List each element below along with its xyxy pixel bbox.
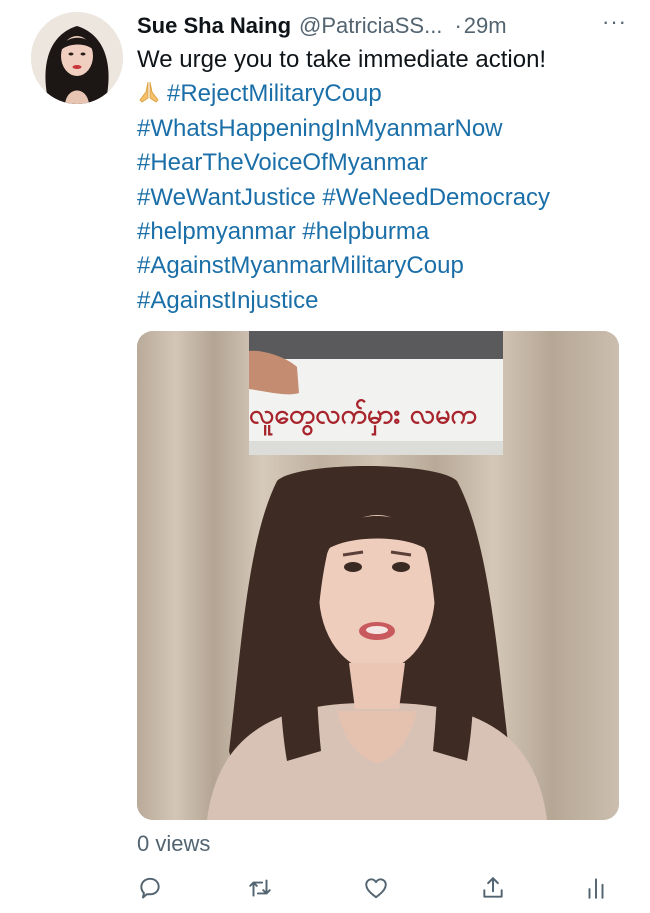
tweet-text-line: We urge you to take immediate action! — [137, 46, 547, 73]
analytics-icon[interactable] — [583, 875, 609, 901]
hashtag[interactable]: #WhatsHappeningInMyanmarNow — [137, 112, 627, 146]
hashtag[interactable]: #AgainstInjustice — [137, 284, 627, 318]
tweet-card[interactable]: Sue Sha Naing @PatriciaSS... · 29m ··· W… — [0, 0, 650, 913]
hashtag[interactable]: #helpmyanmar #helpburma — [137, 215, 627, 249]
author-handle[interactable]: @PatriciaSS... — [299, 13, 442, 39]
like-icon[interactable] — [363, 875, 389, 901]
tweet-text-line: #RejectMilitaryCoup — [137, 77, 627, 111]
tweet-header: Sue Sha Naing @PatriciaSS... · 29m ··· — [137, 9, 627, 43]
hashtag[interactable]: #WeWantJustice #WeNeedDemocracy — [137, 181, 627, 215]
avatar-image — [31, 12, 123, 104]
tweet-text: We urge you to take immediate action! #R… — [137, 43, 627, 318]
folded-hands-icon — [137, 80, 161, 104]
hashtag[interactable]: #AgainstMyanmarMilitaryCoup — [137, 249, 627, 283]
action-bar — [137, 871, 607, 905]
avatar[interactable] — [31, 12, 123, 104]
hashtag[interactable]: #RejectMilitaryCoup — [167, 80, 382, 107]
video-thumbnail[interactable]: လူတွေလက်မှား လမက — [137, 331, 619, 820]
hashtag[interactable]: #HearTheVoiceOfMyanmar — [137, 146, 627, 180]
reply-icon[interactable] — [137, 875, 163, 901]
protest-sign-text: လူတွေလက်မှား လမက — [249, 399, 477, 430]
more-options-icon[interactable]: ··· — [602, 9, 627, 35]
share-icon[interactable] — [480, 875, 506, 901]
timestamp[interactable]: 29m — [464, 13, 507, 39]
author-name[interactable]: Sue Sha Naing — [137, 13, 291, 39]
separator-dot: · — [454, 13, 462, 38]
view-count: 0 views — [137, 831, 211, 856]
retweet-icon[interactable] — [247, 875, 273, 901]
